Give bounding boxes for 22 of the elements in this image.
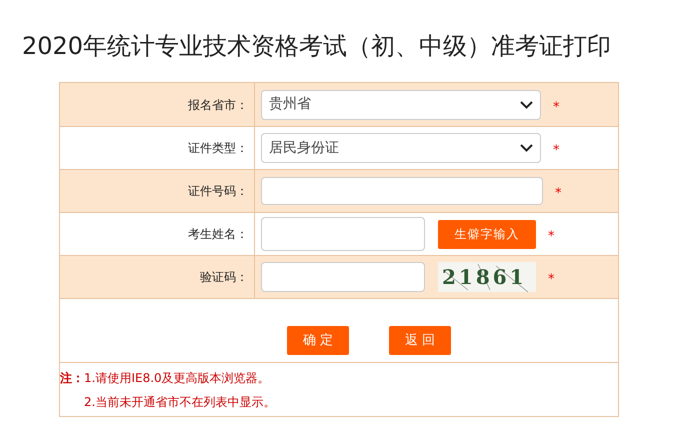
field-label: 报名省市： xyxy=(188,96,248,114)
field-label: 验证码： xyxy=(200,269,248,286)
field-label: 证件号码： xyxy=(188,183,248,200)
input-field[interactable] xyxy=(261,217,425,251)
required-mark: * xyxy=(555,185,562,204)
input-field[interactable] xyxy=(261,177,543,205)
field-label: 证件类型： xyxy=(188,140,248,157)
required-mark: * xyxy=(548,271,554,290)
chevron-down-icon xyxy=(520,144,533,152)
required-mark: * xyxy=(548,228,554,246)
input-field[interactable] xyxy=(261,262,425,292)
dropdown[interactable]: 居民身份证 xyxy=(261,133,541,163)
required-mark: * xyxy=(553,98,560,117)
note-text: 2.当前未开通省市不在列表中显示。 xyxy=(84,394,276,411)
page-title: 2020年统计专业技术资格考试（初、中级）准考证打印 xyxy=(22,31,612,62)
chevron-down-icon xyxy=(520,100,533,108)
required-mark: * xyxy=(553,142,560,160)
field-label: 考生姓名： xyxy=(188,226,248,243)
captcha-image[interactable]: 21861 xyxy=(438,262,536,292)
dropdown[interactable]: 贵州省 xyxy=(261,90,541,120)
note-label: 注： xyxy=(60,370,84,387)
note-text: 1.请使用IE8.0及更高版本浏览器。 xyxy=(84,370,271,387)
